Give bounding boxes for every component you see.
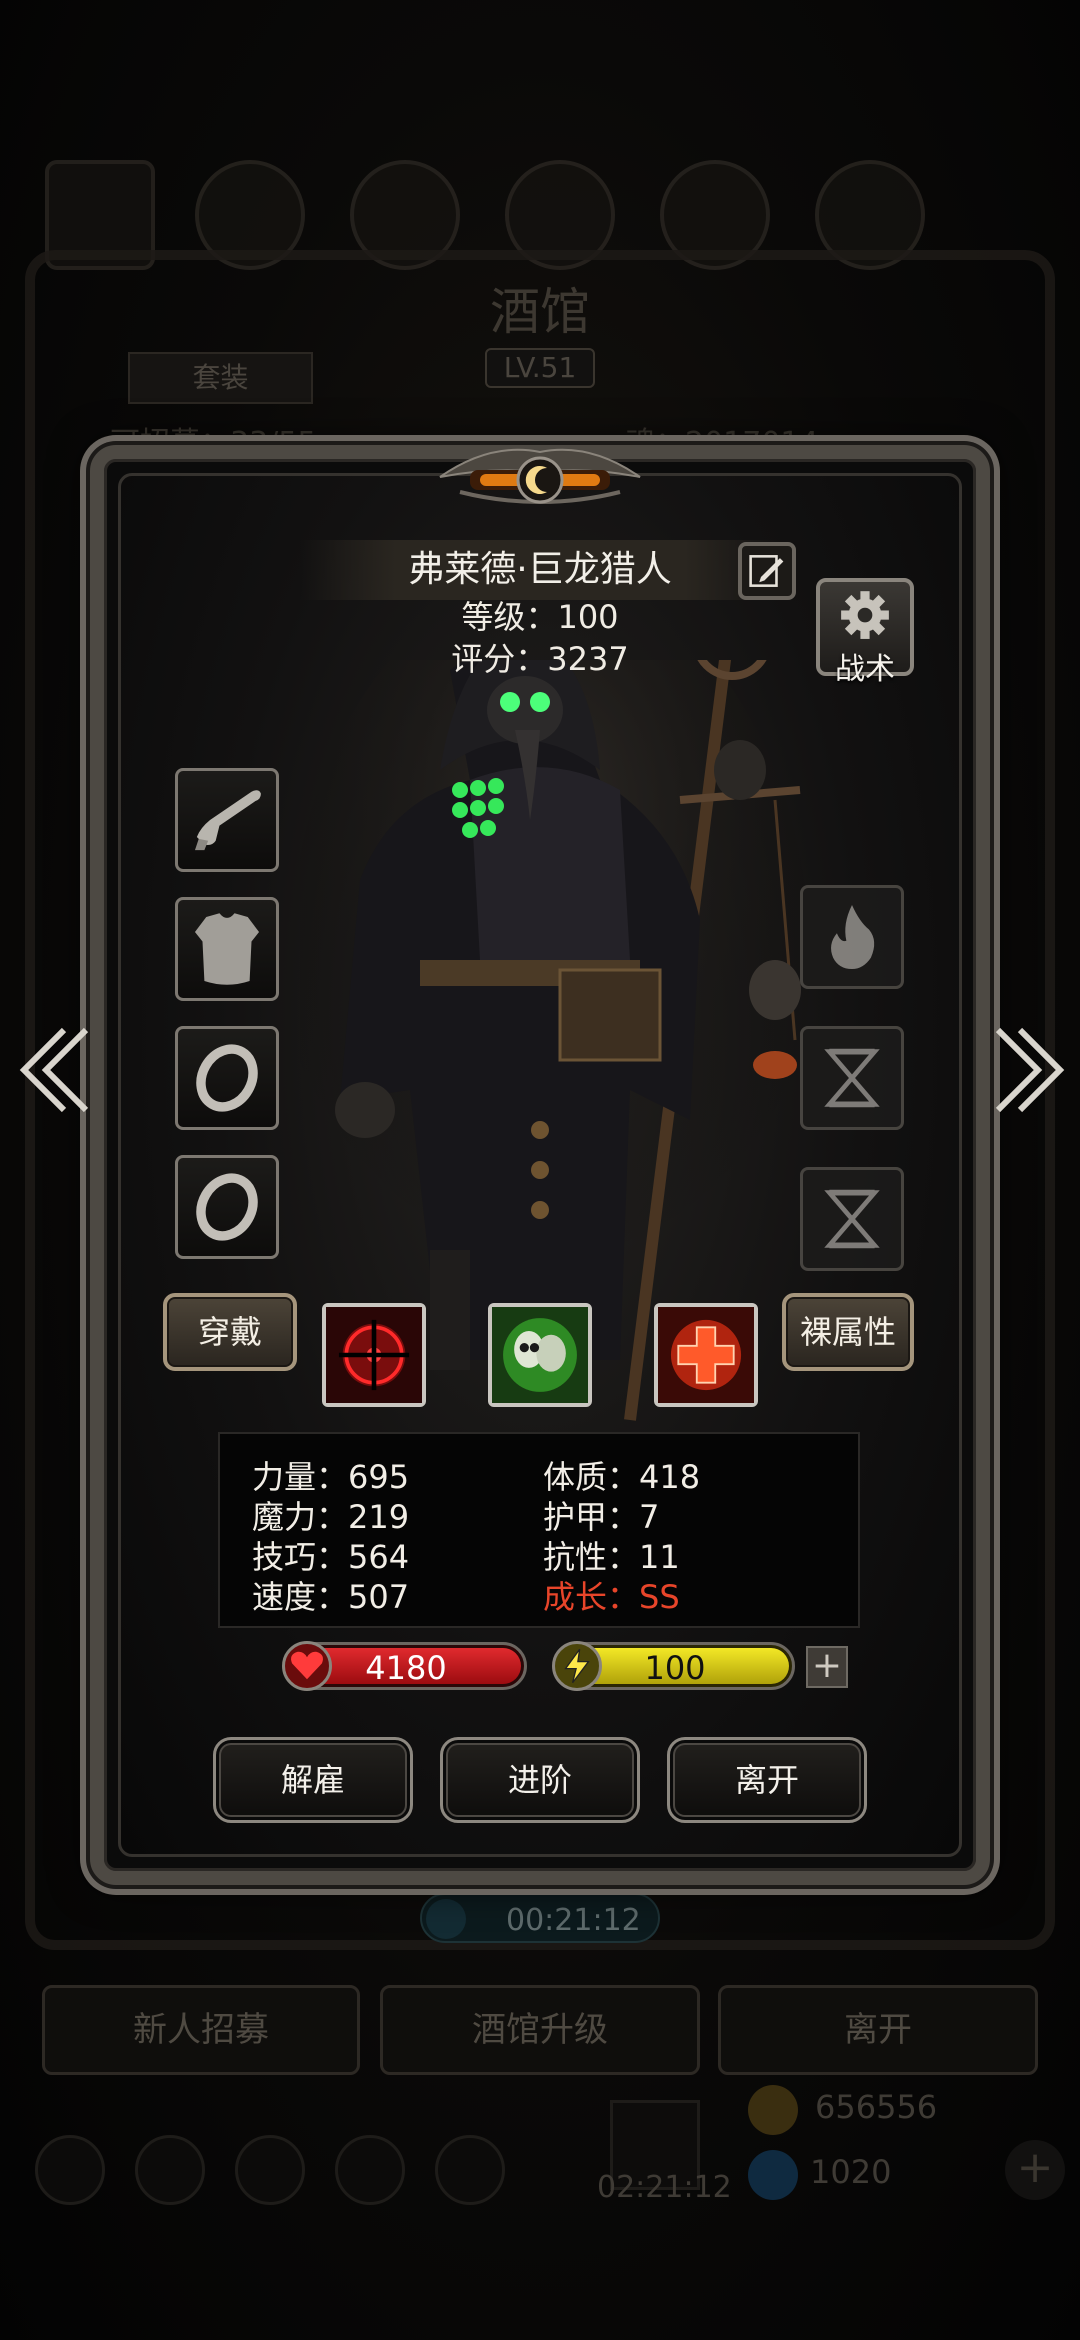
- tavern-timer: 00:21:12: [420, 1893, 660, 1943]
- bottom-nav-icon-5: [435, 2135, 505, 2205]
- wear-button[interactable]: 穿戴: [163, 1293, 297, 1371]
- edit-pencil-icon: [749, 555, 784, 587]
- gift-timer: 02:21:12: [597, 2170, 732, 2205]
- recruit-button: 新人招募: [42, 1985, 360, 2075]
- hero-name: 弗莱德·巨龙猎人: [408, 549, 672, 590]
- add-energy-button[interactable]: +: [806, 1646, 848, 1688]
- energy-bar: 100: [552, 1641, 795, 1691]
- ring-slot-1[interactable]: [175, 1026, 279, 1130]
- hourglass-icon: [824, 1048, 880, 1108]
- ring-icon: [196, 1044, 258, 1112]
- bottom-nav-icon-3: [235, 2135, 305, 2205]
- armor-slot[interactable]: [175, 897, 279, 1001]
- dismiss-button[interactable]: 解雇: [213, 1737, 413, 1823]
- healing-cross-skill-icon: [658, 1307, 754, 1403]
- skill-slot-2[interactable]: [488, 1303, 592, 1407]
- bottom-nav-icon-4: [335, 2135, 405, 2205]
- hourglass-icon: [824, 1189, 880, 1249]
- armor-icon: [194, 913, 260, 985]
- suit-tab: 套装: [128, 352, 313, 404]
- ring-icon: [196, 1173, 258, 1241]
- pistol-icon: [194, 790, 261, 851]
- hp-value: 4180: [365, 1649, 447, 1687]
- clock-icon: [426, 1899, 466, 1939]
- tactic-label: 战术: [835, 652, 895, 687]
- hero-score: 评分：3237: [451, 640, 629, 678]
- flame-icon: [831, 904, 875, 970]
- energy-value: 100: [644, 1649, 706, 1687]
- gold-coin-icon: [748, 2085, 798, 2135]
- leave-button[interactable]: 离开: [667, 1737, 867, 1823]
- hero-level: 等级：100: [461, 598, 619, 636]
- advance-button[interactable]: 进阶: [440, 1737, 640, 1823]
- skill-slot-3[interactable]: [654, 1303, 758, 1407]
- bottom-nav-icon-2: [135, 2135, 205, 2205]
- bare-attributes-button[interactable]: 裸属性: [782, 1293, 914, 1371]
- crosshair-skill-icon: [326, 1307, 422, 1403]
- pistol-slot[interactable]: [175, 768, 279, 872]
- hourglass-rune-slot-2[interactable]: [800, 1167, 904, 1271]
- tavern-leave-button: 离开: [718, 1985, 1038, 2075]
- gem-icon: [748, 2150, 798, 2200]
- tavern-upgrade-button: 酒馆升级: [380, 1985, 700, 2075]
- stat-speed: 速度：507: [252, 1578, 410, 1616]
- ring-slot-2[interactable]: [175, 1155, 279, 1259]
- next-hero-arrow-icon[interactable]: [990, 1020, 1070, 1120]
- tavern-level-badge: LV.51: [485, 348, 595, 388]
- bottom-nav-icon-1: [35, 2135, 105, 2205]
- fire-rune-slot[interactable]: [800, 885, 904, 989]
- hourglass-rune-slot-1[interactable]: [800, 1026, 904, 1130]
- gold-amount: 656556: [815, 2088, 938, 2126]
- add-currency-icon: +: [1005, 2140, 1065, 2200]
- skill-slot-1[interactable]: [322, 1303, 426, 1407]
- tavern-title: 酒馆: [490, 283, 590, 341]
- stat-growth: 成长：SS: [543, 1578, 680, 1616]
- hp-bar: 4180: [282, 1641, 527, 1691]
- gem-amount: 1020: [810, 2153, 892, 2191]
- skull-skill-icon: [492, 1307, 588, 1403]
- moon-crest-icon: [439, 448, 641, 504]
- prev-hero-arrow-icon[interactable]: [14, 1020, 94, 1120]
- tavern-timer-text: 00:21:12: [506, 1903, 641, 1938]
